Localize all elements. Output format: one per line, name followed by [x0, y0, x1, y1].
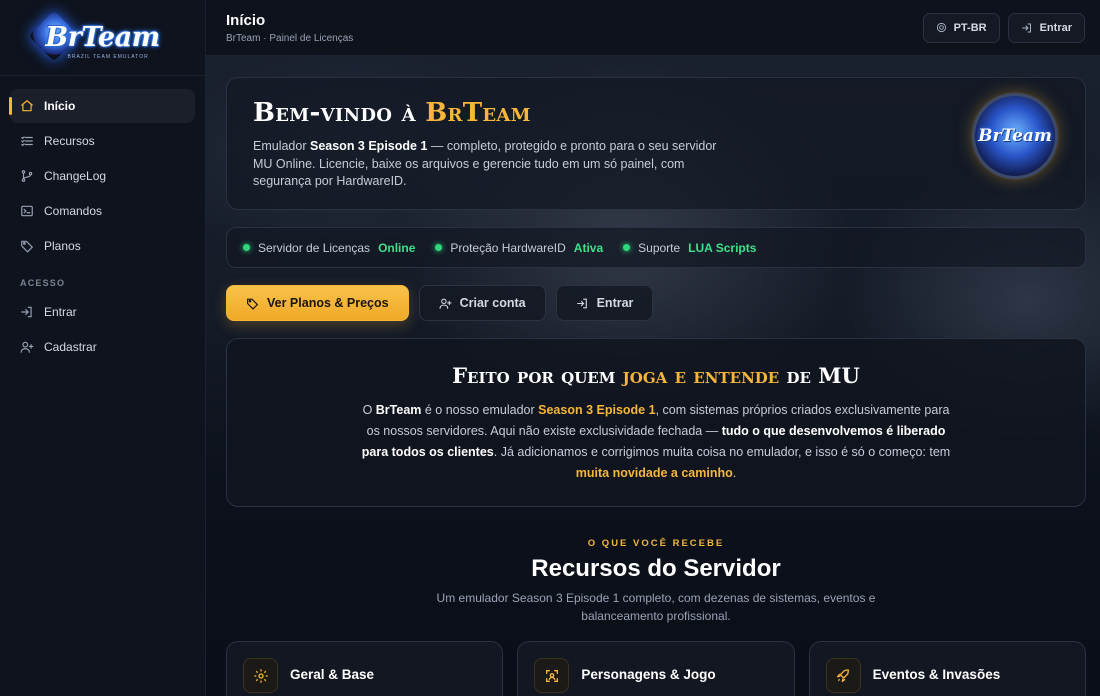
- login-icon: [20, 305, 34, 319]
- hero-actions: Ver Planos & Preços Criar conta Entrar: [226, 285, 654, 321]
- title-block: Início BrTeam · Painel de Licenças: [226, 12, 353, 44]
- welcome-title-prefix: Bem-vindo à: [253, 98, 416, 128]
- gear-icon: [243, 658, 278, 693]
- status-label: Servidor de Licenças: [258, 240, 371, 255]
- status-label: Suporte: [638, 240, 681, 255]
- breadcrumb: BrTeam · Painel de Licenças: [226, 32, 354, 44]
- features-eyebrow: O QUE VOCÊ RECEBE: [587, 538, 725, 549]
- status-dot-icon: [435, 244, 443, 251]
- view-plans-label: Ver Planos & Preços: [267, 296, 389, 310]
- sidebar: BrTeam BRAZIL TEAM EMULATOR Início Recur…: [0, 0, 206, 696]
- login-label: Entrar: [596, 296, 634, 310]
- welcome-title: Bem-vindo à BrTeam: [253, 98, 1059, 128]
- sidebar-item-label: Planos: [44, 239, 81, 253]
- sidebar-item-entrar[interactable]: Entrar: [10, 295, 195, 329]
- welcome-text-1: Emulador: [253, 139, 310, 153]
- feature-title: Geral & Base: [290, 667, 375, 682]
- user-plus-icon: [439, 297, 452, 310]
- tag-icon: [246, 297, 259, 310]
- rocket-icon: [825, 658, 861, 693]
- status-label: Proteção HardwareID: [450, 240, 566, 255]
- features-title: Recursos do Servidor: [531, 555, 781, 582]
- main-content: Início BrTeam · Painel de Licenças PT-BR…: [206, 0, 1100, 696]
- about-p-5: .: [732, 466, 737, 480]
- sidebar-item-planos[interactable]: Planos: [10, 229, 195, 263]
- status-dot-icon: [623, 244, 631, 251]
- create-account-label: Criar conta: [459, 296, 526, 310]
- top-actions: PT-BR Entrar: [922, 12, 1085, 43]
- feature-title: Personagens & Jogo: [581, 667, 716, 682]
- header-login-label: Entrar: [1039, 21, 1072, 34]
- about-brand: BrTeam: [375, 403, 422, 417]
- status-hardwareid: Proteção HardwareID Ativa: [435, 241, 603, 255]
- sidebar-nav: Início Recursos ChangeLog Comandos Plano…: [0, 76, 205, 364]
- welcome-text-bold: Season 3 Episode 1: [309, 139, 428, 153]
- emblem-text: BrTeam: [978, 126, 1052, 146]
- language-label: PT-BR: [953, 21, 987, 34]
- brand-logo[interactable]: BrTeam BRAZIL TEAM EMULATOR: [28, 10, 178, 62]
- feature-card-geral[interactable]: Geral & Base: [226, 641, 504, 696]
- about-gold-1: Season 3 Episode 1: [538, 403, 656, 417]
- welcome-description: Emulador Season 3 Episode 1 — completo, …: [253, 138, 733, 191]
- login-button[interactable]: Entrar: [555, 285, 654, 321]
- welcome-card: Bem-vindo à BrTeam Emulador Season 3 Epi…: [226, 77, 1086, 210]
- sidebar-item-label: Recursos: [44, 134, 95, 148]
- tag-icon: [20, 239, 34, 253]
- status-support: Suporte LUA Scripts: [623, 241, 756, 255]
- login-icon: [576, 297, 589, 310]
- features-header: O QUE VOCÊ RECEBE Recursos do Servidor U…: [226, 538, 1086, 625]
- about-title: Feito por quem joga e entende de MU: [227, 363, 1085, 388]
- features-subtitle: Um emulador Season 3 Episode 1 completo,…: [436, 591, 876, 623]
- scan-icon: [534, 658, 570, 693]
- sidebar-item-comandos[interactable]: Comandos: [10, 194, 195, 228]
- logo-subtitle: BRAZIL TEAM EMULATOR: [67, 53, 149, 60]
- language-button[interactable]: PT-BR: [922, 12, 1000, 43]
- status-license-server: Servidor de Licenças Online: [243, 241, 415, 255]
- status-bar: Servidor de Licenças Online Proteção Har…: [226, 227, 1086, 268]
- about-gold-2: muita novidade a caminho: [575, 466, 733, 480]
- page-title: Início: [226, 11, 266, 29]
- welcome-title-accent: BrTeam: [425, 98, 531, 128]
- terminal-icon: [20, 204, 34, 218]
- logo-area: BrTeam BRAZIL TEAM EMULATOR: [0, 0, 205, 76]
- list-icon: [20, 134, 34, 148]
- sidebar-item-label: ChangeLog: [44, 169, 107, 183]
- top-bar: Início BrTeam · Painel de Licenças PT-BR…: [206, 0, 1100, 56]
- sidebar-item-label: Entrar: [44, 305, 77, 319]
- status-value: Ativa: [573, 240, 604, 255]
- about-card: Feito por quem joga e entende de MU O Br…: [226, 338, 1086, 507]
- sidebar-item-changelog[interactable]: ChangeLog: [10, 159, 195, 193]
- sidebar-section-label: ACESSO: [20, 278, 66, 288]
- globe-icon: [936, 22, 947, 33]
- about-title-2: de MU: [786, 363, 860, 388]
- about-title-1: Feito por quem: [452, 363, 616, 388]
- logo-text: BrTeam: [45, 22, 160, 53]
- feature-cards: Geral & Base Personagens & Jogo Eventos …: [226, 641, 1086, 696]
- sidebar-item-label: Comandos: [44, 204, 103, 218]
- about-title-accent: joga e entende: [622, 363, 780, 388]
- about-text: O BrTeam é o nosso emulador Season 3 Epi…: [356, 400, 956, 484]
- login-icon: [1021, 22, 1033, 34]
- feature-card-personagens[interactable]: Personagens & Jogo: [517, 641, 795, 696]
- view-plans-button[interactable]: Ver Planos & Preços: [226, 285, 409, 321]
- git-branch-icon: [20, 169, 34, 183]
- sidebar-item-recursos[interactable]: Recursos: [10, 124, 195, 158]
- status-dot-icon: [243, 244, 250, 251]
- feature-title: Eventos & Invasões: [872, 667, 1001, 682]
- user-plus-icon: [20, 340, 34, 354]
- sidebar-item-cadastrar[interactable]: Cadastrar: [10, 330, 195, 364]
- sidebar-item-label: Cadastrar: [44, 340, 97, 354]
- feature-card-eventos[interactable]: Eventos & Invasões: [808, 641, 1086, 696]
- brand-emblem: BrTeam: [975, 96, 1055, 176]
- about-p-4: . Já adicionamos e corrigimos muita cois…: [493, 445, 951, 459]
- about-p-1: O: [362, 403, 376, 417]
- sidebar-item-label: Início: [44, 99, 76, 113]
- status-value: LUA Scripts: [688, 240, 757, 255]
- about-p-2: é o nosso emulador: [421, 403, 539, 417]
- sidebar-item-inicio[interactable]: Início: [9, 89, 195, 123]
- status-value: Online: [378, 240, 416, 255]
- home-icon: [20, 99, 34, 113]
- header-login-button[interactable]: Entrar: [1007, 12, 1085, 43]
- create-account-button[interactable]: Criar conta: [418, 285, 546, 321]
